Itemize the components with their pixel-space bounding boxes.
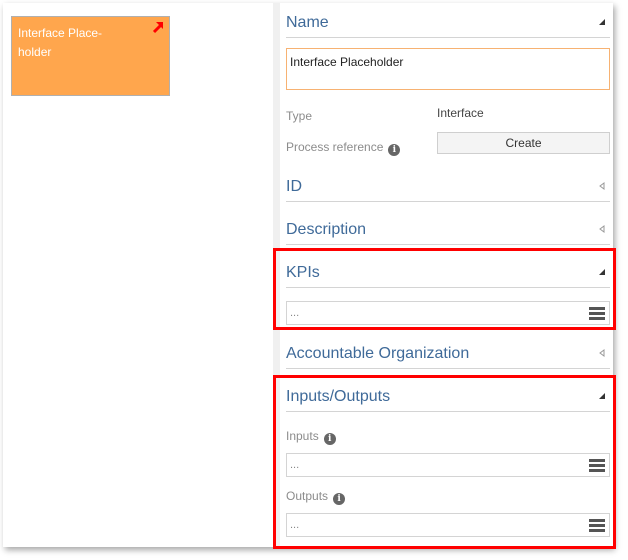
hamburger-icon[interactable] [589,459,605,473]
section-inputs-outputs-header[interactable]: Inputs/Outputs [286,380,610,412]
kpis-placeholder: ... [290,307,300,319]
info-icon[interactable]: i [333,493,346,505]
expand-triangle-icon[interactable] [598,182,606,190]
model-canvas[interactable]: Interface Place-holder [3,3,273,547]
type-label: Type [286,109,313,123]
section-inputs-outputs-title: Inputs/Outputs [286,388,391,405]
properties-panel: Name Interface Placeholder Type Interfac… [273,3,613,547]
collapse-triangle-icon[interactable] [598,268,606,276]
expand-triangle-icon[interactable] [598,225,606,233]
section-description-header[interactable]: Description [286,213,610,245]
section-accountable-organization-title: Accountable Organization [286,345,470,362]
section-id-header[interactable]: ID [286,170,610,202]
section-accountable-organization-header[interactable]: Accountable Organization [286,337,610,369]
info-icon[interactable]: i [388,144,401,156]
section-id-title: ID [286,178,302,195]
inputs-field[interactable]: ... [286,453,610,477]
outputs-label-text: Outputs [286,489,329,503]
inputs-label: Inputs i [286,429,336,445]
section-name-header[interactable]: Name [286,6,610,38]
outputs-label: Outputs i [286,489,346,505]
info-icon[interactable]: i [323,433,336,445]
hamburger-icon[interactable] [589,307,605,321]
collapse-triangle-icon[interactable] [598,392,606,400]
outputs-field[interactable]: ... [286,513,610,537]
outputs-placeholder: ... [290,519,300,531]
hamburger-icon[interactable] [589,519,605,533]
process-reference-text: Process reference [286,140,384,154]
modeler-window: Interface Place-holder Name Interface Pl… [3,3,613,547]
shape-label: Interface Place-holder [18,26,103,59]
section-name-title: Name [286,14,329,31]
type-value: Interface [437,106,484,120]
process-reference-label: Process reference i [286,140,401,156]
inputs-label-text: Inputs [286,429,319,443]
interface-placeholder-shape[interactable]: Interface Place-holder [11,16,170,96]
expand-triangle-icon[interactable] [598,349,606,357]
inputs-placeholder: ... [290,459,300,471]
interface-arrow-icon [152,22,163,34]
section-description-title: Description [286,221,367,238]
section-kpis-header[interactable]: KPIs [286,256,610,288]
name-input[interactable]: Interface Placeholder [286,48,610,90]
collapse-triangle-icon[interactable] [598,18,606,26]
kpis-field[interactable]: ... [286,301,610,325]
section-kpis-title: KPIs [286,264,320,281]
create-process-reference-button[interactable]: Create [437,132,610,154]
